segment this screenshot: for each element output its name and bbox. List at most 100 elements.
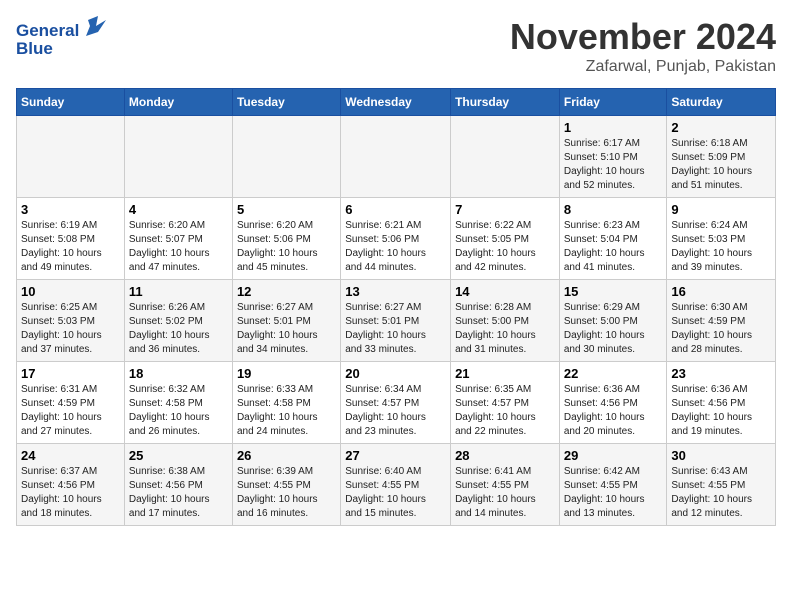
calendar-cell: 26 Sunrise: 6:39 AMSunset: 4:55 PMDayligh…	[232, 444, 340, 526]
day-info: Sunrise: 6:38 AMSunset: 4:56 PMDaylight:…	[129, 465, 228, 521]
day-info: Sunrise: 6:22 AMSunset: 5:05 PMDaylight:…	[455, 219, 555, 275]
calendar-table: SundayMondayTuesdayWednesdayThursdayFrid…	[16, 88, 776, 526]
calendar-cell: 13Sunrise: 6:27 AMSunset: 5:01 PMDayligh…	[341, 280, 451, 362]
calendar-cell: 15 Sunrise: 6:29 AMSunset: 5:00 PMDayligh…	[559, 280, 667, 362]
day-number: 3	[21, 202, 120, 217]
weekday-header-saturday: Saturday	[667, 89, 776, 116]
day-info: Sunrise: 6:27 AMSunset: 5:01 PMDaylight:…	[237, 301, 336, 357]
calendar-cell	[17, 116, 125, 198]
day-number: 20	[345, 366, 446, 381]
calendar-cell: 22Sunrise: 6:36 AMSunset: 4:56 PMDayligh…	[559, 362, 667, 444]
day-info: Sunrise: 6:36 AMSunset: 4:56 PMDaylight:…	[671, 383, 771, 439]
day-info: Sunrise: 6:41 AMSunset: 4:55 PMDaylight:…	[455, 465, 555, 521]
day-info: Sunrise: 6:31 AMSunset: 4:59 PMDaylight:…	[21, 383, 120, 439]
weekday-header-sunday: Sunday	[17, 89, 125, 116]
day-info: Sunrise: 6:25 AMSunset: 5:03 PMDaylight:…	[21, 301, 120, 357]
day-info: Sunrise: 6:28 AMSunset: 5:00 PMDaylight:…	[455, 301, 555, 357]
calendar-cell: 30Sunrise: 6:43 AMSunset: 4:55 PMDayligh…	[667, 444, 776, 526]
day-number: 12	[237, 284, 336, 299]
day-info: Sunrise: 6:39 AMSunset: 4:55 PMDaylight:…	[237, 465, 336, 521]
day-number: 7	[455, 202, 555, 217]
calendar-cell: 5 Sunrise: 6:20 AMSunset: 5:06 PMDaylight…	[232, 198, 340, 280]
day-number: 22	[564, 366, 663, 381]
calendar-cell: 9 Sunrise: 6:24 AMSunset: 5:03 PMDaylight…	[667, 198, 776, 280]
weekday-header-friday: Friday	[559, 89, 667, 116]
day-number: 15	[564, 284, 663, 299]
day-number: 11	[129, 284, 228, 299]
day-number: 5	[237, 202, 336, 217]
day-info: Sunrise: 6:29 AMSunset: 5:00 PMDaylight:…	[564, 301, 663, 357]
month-title: November 2024	[510, 16, 776, 58]
day-number: 27	[345, 448, 446, 463]
calendar-cell: 24 Sunrise: 6:37 AMSunset: 4:56 PMDayligh…	[17, 444, 125, 526]
day-info: Sunrise: 6:19 AMSunset: 5:08 PMDaylight:…	[21, 219, 120, 275]
week-row-5: 24 Sunrise: 6:37 AMSunset: 4:56 PMDayligh…	[17, 444, 776, 526]
calendar-cell: 25 Sunrise: 6:38 AMSunset: 4:56 PMDayligh…	[124, 444, 232, 526]
day-info: Sunrise: 6:21 AMSunset: 5:06 PMDaylight:…	[345, 219, 446, 275]
calendar-cell: 6 Sunrise: 6:21 AMSunset: 5:06 PMDaylight…	[341, 198, 451, 280]
day-number: 16	[671, 284, 771, 299]
day-number: 1	[564, 120, 663, 135]
calendar-cell: 17 Sunrise: 6:31 AMSunset: 4:59 PMDayligh…	[17, 362, 125, 444]
day-number: 14	[455, 284, 555, 299]
day-info: Sunrise: 6:23 AMSunset: 5:04 PMDaylight:…	[564, 219, 663, 275]
header: General Blue November 2024 Zafarwal, Pun…	[16, 16, 776, 76]
day-info: Sunrise: 6:40 AMSunset: 4:55 PMDaylight:…	[345, 465, 446, 521]
day-number: 19	[237, 366, 336, 381]
calendar-cell: 3 Sunrise: 6:19 AMSunset: 5:08 PMDaylight…	[17, 198, 125, 280]
day-number: 24	[21, 448, 120, 463]
day-info: Sunrise: 6:30 AMSunset: 4:59 PMDaylight:…	[671, 301, 771, 357]
day-info: Sunrise: 6:17 AMSunset: 5:10 PMDaylight:…	[564, 137, 663, 193]
calendar-cell: 23Sunrise: 6:36 AMSunset: 4:56 PMDayligh…	[667, 362, 776, 444]
day-number: 25	[129, 448, 228, 463]
day-info: Sunrise: 6:20 AMSunset: 5:06 PMDaylight:…	[237, 219, 336, 275]
calendar-cell	[124, 116, 232, 198]
day-number: 28	[455, 448, 555, 463]
day-number: 2	[671, 120, 771, 135]
day-number: 21	[455, 366, 555, 381]
day-number: 29	[564, 448, 663, 463]
calendar-cell: 16 Sunrise: 6:30 AMSunset: 4:59 PMDayligh…	[667, 280, 776, 362]
calendar-cell: 19Sunrise: 6:33 AMSunset: 4:58 PMDayligh…	[232, 362, 340, 444]
calendar-cell: 27 Sunrise: 6:40 AMSunset: 4:55 PMDayligh…	[341, 444, 451, 526]
calendar-cell: 10 Sunrise: 6:25 AMSunset: 5:03 PMDayligh…	[17, 280, 125, 362]
calendar-cell: 11Sunrise: 6:26 AMSunset: 5:02 PMDayligh…	[124, 280, 232, 362]
calendar-cell: 4 Sunrise: 6:20 AMSunset: 5:07 PMDaylight…	[124, 198, 232, 280]
calendar-cell: 14 Sunrise: 6:28 AMSunset: 5:00 PMDayligh…	[451, 280, 560, 362]
calendar-cell: 1 Sunrise: 6:17 AMSunset: 5:10 PMDaylight…	[559, 116, 667, 198]
calendar-cell: 12 Sunrise: 6:27 AMSunset: 5:01 PMDayligh…	[232, 280, 340, 362]
day-number: 18	[129, 366, 228, 381]
day-number: 4	[129, 202, 228, 217]
calendar-cell	[232, 116, 340, 198]
logo: General Blue	[16, 16, 106, 66]
svg-text:Blue: Blue	[16, 39, 53, 58]
calendar-cell: 2 Sunrise: 6:18 AMSunset: 5:09 PMDaylight…	[667, 116, 776, 198]
title-area: November 2024 Zafarwal, Punjab, Pakistan	[510, 16, 776, 76]
weekday-header-thursday: Thursday	[451, 89, 560, 116]
day-info: Sunrise: 6:24 AMSunset: 5:03 PMDaylight:…	[671, 219, 771, 275]
day-number: 10	[21, 284, 120, 299]
week-row-1: 1 Sunrise: 6:17 AMSunset: 5:10 PMDaylight…	[17, 116, 776, 198]
calendar-cell: 7 Sunrise: 6:22 AMSunset: 5:05 PMDaylight…	[451, 198, 560, 280]
day-info: Sunrise: 6:43 AMSunset: 4:55 PMDaylight:…	[671, 465, 771, 521]
calendar-cell: 18 Sunrise: 6:32 AMSunset: 4:58 PMDayligh…	[124, 362, 232, 444]
calendar-cell: 28 Sunrise: 6:41 AMSunset: 4:55 PMDayligh…	[451, 444, 560, 526]
general-blue-logo-icon: General Blue	[16, 16, 106, 66]
day-info: Sunrise: 6:32 AMSunset: 4:58 PMDaylight:…	[129, 383, 228, 439]
calendar-cell: 20 Sunrise: 6:34 AMSunset: 4:57 PMDayligh…	[341, 362, 451, 444]
day-number: 8	[564, 202, 663, 217]
day-info: Sunrise: 6:37 AMSunset: 4:56 PMDaylight:…	[21, 465, 120, 521]
day-info: Sunrise: 6:18 AMSunset: 5:09 PMDaylight:…	[671, 137, 771, 193]
svg-text:General: General	[16, 21, 79, 40]
day-info: Sunrise: 6:20 AMSunset: 5:07 PMDaylight:…	[129, 219, 228, 275]
day-number: 13	[345, 284, 446, 299]
day-number: 17	[21, 366, 120, 381]
calendar-cell	[451, 116, 560, 198]
day-info: Sunrise: 6:34 AMSunset: 4:57 PMDaylight:…	[345, 383, 446, 439]
day-info: Sunrise: 6:35 AMSunset: 4:57 PMDaylight:…	[455, 383, 555, 439]
day-number: 26	[237, 448, 336, 463]
weekday-header-row: SundayMondayTuesdayWednesdayThursdayFrid…	[17, 89, 776, 116]
calendar-cell: 29Sunrise: 6:42 AMSunset: 4:55 PMDayligh…	[559, 444, 667, 526]
day-number: 6	[345, 202, 446, 217]
day-number: 9	[671, 202, 771, 217]
